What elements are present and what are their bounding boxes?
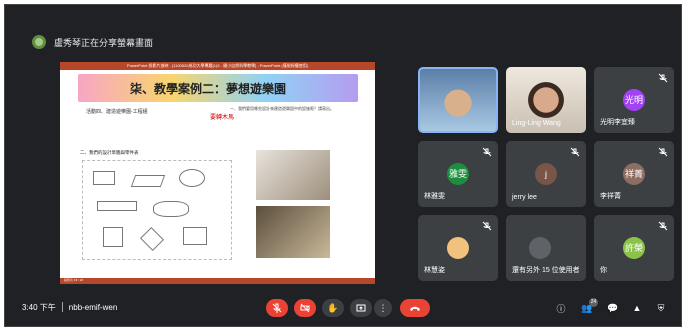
avatar (447, 237, 469, 259)
leave-call-button[interactable] (400, 299, 430, 317)
chat-icon: 💬 (607, 302, 619, 313)
participant-tile-jerry[interactable]: j jerry lee (506, 141, 586, 207)
presenter-avatar-icon (32, 35, 46, 49)
participants-count-badge: 24 (589, 298, 598, 307)
more-vert-icon: ⋮ (378, 302, 388, 313)
design-sketch (82, 160, 232, 260)
model-photo-2 (256, 206, 330, 258)
slide-title: 柒、教學案例二：夢想遊樂園 (130, 82, 287, 96)
slide-footer: 投影片 15 / 18 (60, 278, 375, 284)
participant-name: 林慧姿 (424, 267, 445, 274)
activities-icon: ▲ (632, 303, 642, 313)
participant-name: 你 (600, 267, 607, 274)
slide-question: 一、我們要用哪些設計來建造遊樂園中的設施呢？請寫出。 (230, 106, 334, 111)
participant-tile-self[interactable]: 許榮 你 (594, 215, 674, 281)
avatar: 祥菁 (623, 163, 645, 185)
info-icon: ⓘ (556, 303, 566, 314)
meeting-time: 3:40 下午 (22, 302, 56, 312)
avatar: 許榮 (623, 237, 645, 259)
raise-hand-button[interactable]: ✋ (322, 299, 344, 317)
mic-off-icon (482, 147, 492, 157)
divider (61, 302, 63, 312)
participant-tile-others[interactable]: 還有另外 15 位使用者 (506, 215, 586, 281)
mic-off-icon (658, 221, 668, 231)
camera-toggle-button[interactable] (294, 299, 316, 317)
participant-name: 光明李宜臻 (600, 119, 635, 126)
slide-handwritten-note: 要轉木馬 (210, 115, 235, 121)
presenting-banner: 盧秀琴正在分享螢幕畫面 (8, 28, 676, 56)
participant-name: 林雅雯 (424, 193, 445, 200)
participant-name: Ling-Ling Wang (512, 120, 561, 127)
hang-up-icon (410, 306, 420, 311)
participant-tile-guangming[interactable]: 光明 光明李宜臻 (594, 67, 674, 133)
meeting-details-button[interactable]: ⓘ (554, 301, 568, 315)
slide-section-heading: 二、我們的設計草圖與零件表 (80, 150, 139, 155)
meeting-controls-bar: 3:40 下午 nbb-emif-wen ✋ ⋮ ⓘ 👥 24 💬 ▲ ⛨ (8, 292, 676, 322)
participant-name: jerry lee (512, 194, 537, 201)
participant-name: 還有另外 15 位使用者 (512, 267, 580, 274)
mic-off-icon (482, 221, 492, 231)
participant-tile-ling[interactable]: Ling-Ling Wang (506, 67, 586, 133)
hand-icon: ✋ (327, 302, 339, 313)
mic-toggle-button[interactable] (266, 299, 288, 317)
avatar: 光明 (623, 89, 645, 111)
participant-tile-xiangjing[interactable]: 祥菁 李祥菁 (594, 141, 674, 207)
more-options-button[interactable]: ⋮ (374, 299, 392, 317)
present-icon (356, 304, 366, 312)
avatar: j (535, 163, 557, 185)
mic-off-icon (658, 147, 668, 157)
participant-tile-presenter[interactable] (418, 67, 498, 133)
participant-name: 李祥菁 (600, 193, 621, 200)
present-now-button[interactable] (350, 299, 372, 317)
others-avatar-stack (528, 237, 551, 259)
mic-off-icon (272, 303, 282, 313)
slide-subtitle: 活動四、建造遊樂園-工程組 (86, 109, 148, 115)
shared-screen[interactable]: PowerPoint 投影片放映 - [1100520成功大學專題(1)5 - … (60, 62, 375, 284)
chat-button[interactable]: 💬 (606, 301, 620, 315)
host-controls-button[interactable]: ⛨ (654, 301, 668, 315)
people-button[interactable]: 👥 24 (580, 298, 598, 315)
participant-tile-yawen[interactable]: 雅雯 林雅雯 (418, 141, 498, 207)
mic-off-icon (570, 147, 580, 157)
presenting-text: 盧秀琴正在分享螢幕畫面 (54, 37, 154, 48)
activities-button[interactable]: ▲ (630, 301, 644, 315)
camera-off-icon (300, 303, 310, 313)
model-photo-1 (256, 150, 330, 200)
participant-tile-huizi[interactable]: 林慧姿 (418, 215, 498, 281)
powerpoint-title: PowerPoint 投影片放映 - [1100520成功大學專題(1)5 - … (60, 62, 375, 70)
mic-off-icon (658, 73, 668, 83)
meeting-code: nbb-emif-wen (68, 302, 118, 312)
avatar: 雅雯 (447, 163, 469, 185)
shield-icon: ⛨ (657, 302, 665, 313)
